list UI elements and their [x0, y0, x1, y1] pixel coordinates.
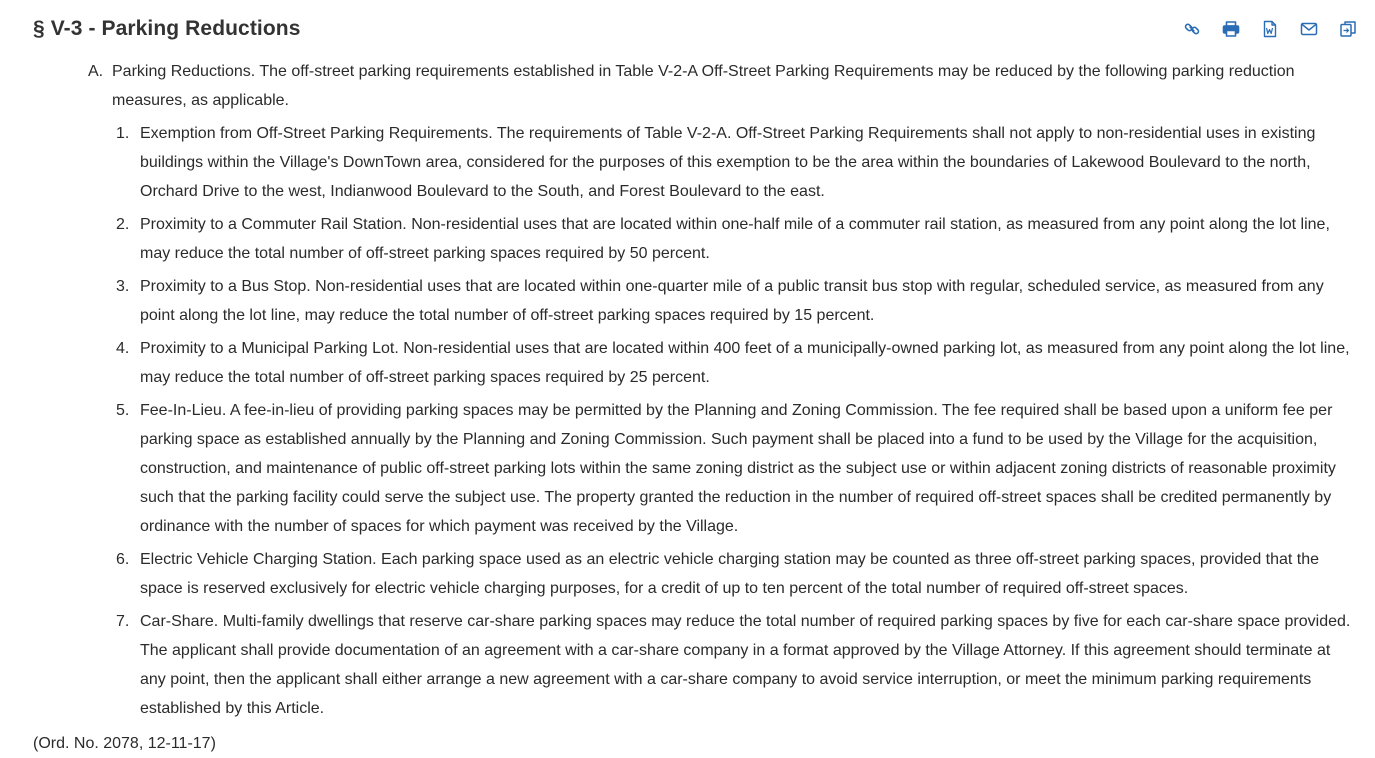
list-item: 7. Car-Share. Multi-family dwellings tha…: [116, 607, 1353, 723]
copy-button[interactable]: [1337, 18, 1358, 39]
subsection-a: A. Parking Reductions. The off-street pa…: [88, 57, 1353, 115]
reduction-list: 1. Exemption from Off-Street Parking Req…: [116, 119, 1353, 723]
list-item-number: 5.: [116, 402, 130, 419]
word-document-icon: [1263, 20, 1276, 37]
list-item-number: 3.: [116, 278, 130, 295]
subsection-text: Parking Reductions. The off-street parki…: [112, 63, 1295, 109]
section-title: § V-3 - Parking Reductions: [33, 17, 301, 40]
list-item: 1. Exemption from Off-Street Parking Req…: [116, 119, 1353, 206]
print-icon: [1222, 20, 1239, 37]
list-item-text: Exemption from Off-Street Parking Requir…: [140, 125, 1316, 200]
list-item-text: Electric Vehicle Charging Station. Each …: [140, 551, 1320, 597]
link-icon: [1184, 23, 1199, 34]
list-item-number: 7.: [116, 613, 130, 630]
list-item: 2. Proximity to a Commuter Rail Station.…: [116, 210, 1353, 268]
list-item-number: 6.: [116, 551, 130, 568]
list-item: 6. Electric Vehicle Charging Station. Ea…: [116, 545, 1353, 603]
list-item: 4. Proximity to a Municipal Parking Lot.…: [116, 334, 1353, 392]
list-item-text: Car-Share. Multi-family dwellings that r…: [140, 613, 1351, 717]
history-note: (Ord. No. 2078, 12-11-17): [33, 735, 216, 752]
email-button[interactable]: [1298, 18, 1319, 39]
list-item-text: Proximity to a Commuter Rail Station. No…: [140, 216, 1330, 262]
list-item: 3. Proximity to a Bus Stop. Non-resident…: [116, 272, 1353, 330]
list-item-text: Proximity to a Municipal Parking Lot. No…: [140, 340, 1350, 386]
copy-icon: [1339, 20, 1356, 37]
code-section-page: § V-3 - Parking Reductions A. Parking Re…: [0, 0, 1375, 757]
link-button[interactable]: [1181, 18, 1202, 39]
print-button[interactable]: [1220, 18, 1241, 39]
list-item-number: 4.: [116, 340, 130, 357]
list-item-number: 2.: [116, 216, 130, 233]
section-toolbar: [1181, 18, 1358, 39]
download-word-button[interactable]: [1259, 18, 1280, 39]
email-icon: [1300, 22, 1317, 35]
subsection-marker: A.: [88, 63, 104, 80]
section-content: A. Parking Reductions. The off-street pa…: [33, 57, 1353, 727]
list-item-text: Fee-In-Lieu. A fee-in-lieu of providing …: [140, 402, 1336, 535]
section-header: § V-3 - Parking Reductions: [33, 14, 1358, 44]
list-item-text: Proximity to a Bus Stop. Non-residential…: [140, 278, 1324, 324]
list-item-number: 1.: [116, 125, 130, 142]
list-item: 5. Fee-In-Lieu. A fee-in-lieu of providi…: [116, 396, 1353, 541]
